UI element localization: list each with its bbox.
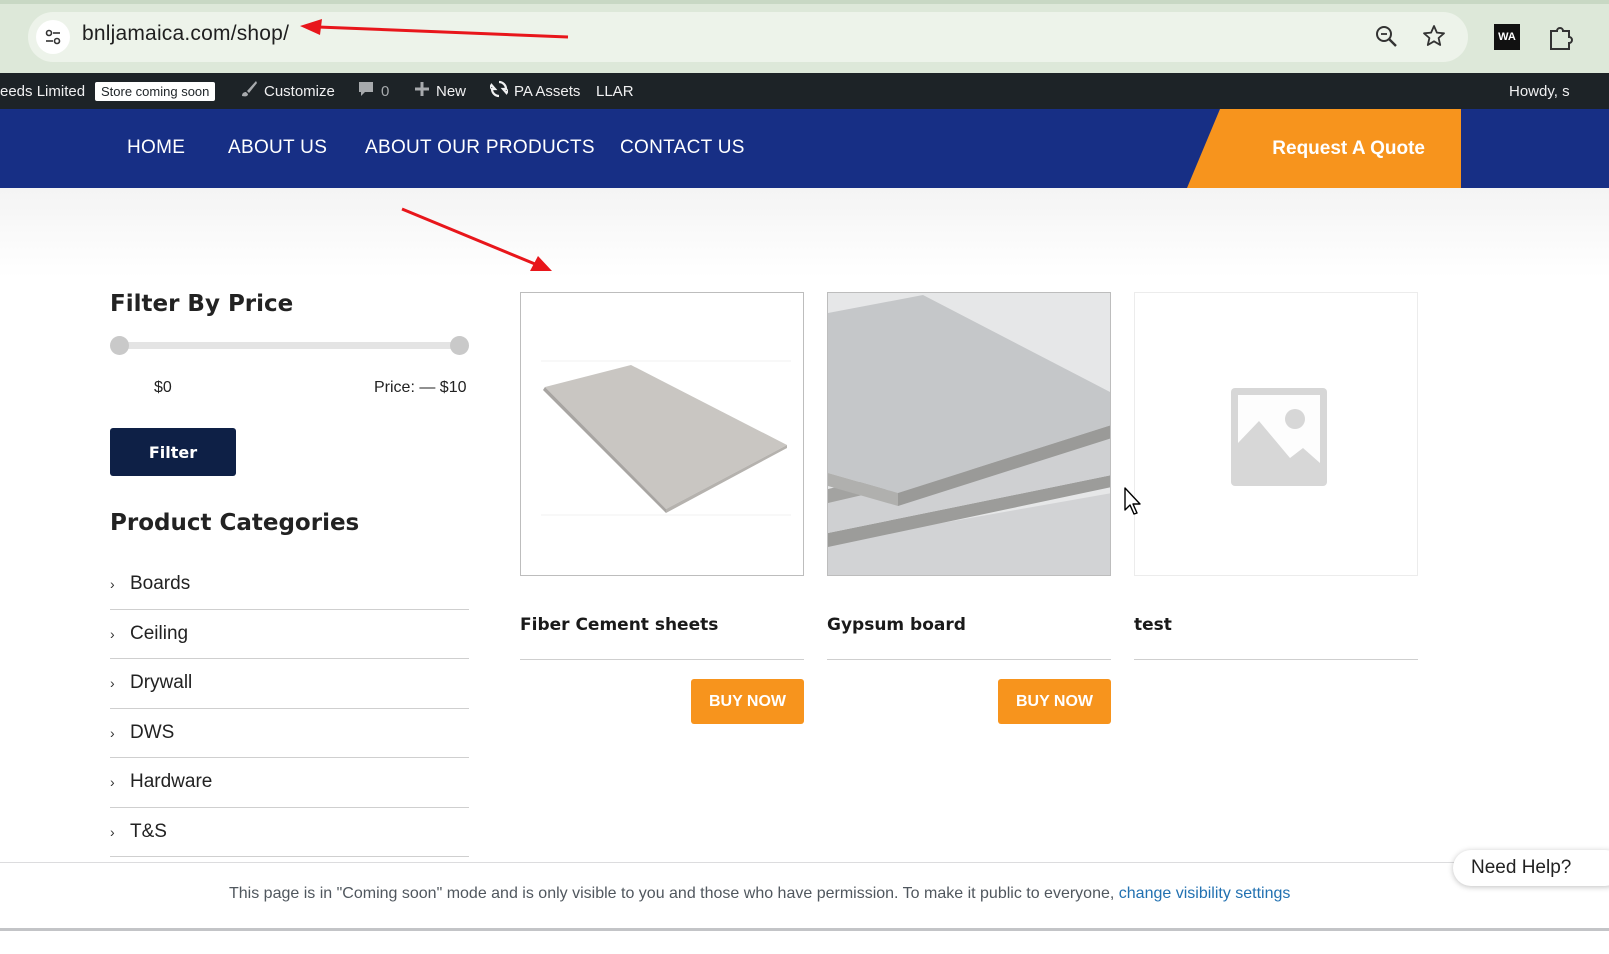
nav-about-us[interactable]: ABOUT US: [228, 137, 327, 159]
divider: [520, 659, 804, 660]
buy-now-button[interactable]: BUY NOW: [998, 679, 1111, 724]
change-visibility-link[interactable]: change visibility settings: [1119, 885, 1291, 902]
chevron-right-icon: ›: [110, 823, 115, 840]
category-label: Boards: [130, 573, 191, 595]
product-categories-title: Product Categories: [110, 510, 360, 536]
admin-comments[interactable]: 0: [357, 73, 389, 109]
chevron-right-icon: ›: [110, 625, 115, 642]
category-item-boards[interactable]: › Boards: [110, 560, 469, 610]
chevron-right-icon: ›: [110, 576, 115, 593]
category-item-ceiling[interactable]: › Ceiling: [110, 610, 469, 659]
admin-howdy-label: Howdy, s: [1509, 82, 1570, 100]
admin-account[interactable]: Howdy, s: [1509, 73, 1570, 109]
product-title[interactable]: Fiber Cement sheets: [520, 615, 718, 635]
admin-customize[interactable]: Customize: [240, 73, 335, 109]
nav-contact-us[interactable]: CONTACT US: [620, 137, 745, 159]
product-title[interactable]: test: [1134, 615, 1172, 635]
admin-pa-assets-label: PA Assets: [514, 82, 581, 100]
category-item-drywall[interactable]: › Drywall: [110, 659, 469, 709]
admin-site-name[interactable]: eeds Limited: [0, 73, 85, 109]
divider: [1134, 659, 1418, 660]
category-label: DWS: [130, 721, 175, 743]
category-item-hardware[interactable]: › Hardware: [110, 758, 469, 808]
filter-by-price-title: Filter By Price: [110, 291, 294, 317]
request-quote-button[interactable]: Request A Quote: [1187, 109, 1461, 188]
sync-icon: [488, 80, 510, 103]
price-max-label: Price: — $10: [374, 379, 467, 396]
admin-llar[interactable]: LLAR: [596, 73, 634, 109]
category-item-dws[interactable]: › DWS: [110, 709, 469, 758]
store-status-badge[interactable]: Store coming soon: [95, 73, 216, 109]
comments-count: 0: [381, 82, 390, 100]
main-navigation: HOME ABOUT US ABOUT OUR PRODUCTS CONTACT…: [0, 109, 1609, 188]
extensions-icon[interactable]: [1546, 22, 1576, 52]
tab-strip: [0, 0, 1609, 4]
comment-bubble-icon: [357, 80, 375, 103]
mouse-cursor-icon: [1124, 487, 1141, 515]
site-info-icon[interactable]: [36, 20, 70, 54]
price-slider-max-handle[interactable]: [450, 336, 469, 355]
category-label: Hardware: [130, 771, 213, 793]
product-image-gypsum-board[interactable]: [827, 292, 1111, 576]
price-min-label: $0: [154, 379, 172, 396]
product-image-fiber-cement[interactable]: [520, 292, 804, 576]
category-label: Drywall: [130, 672, 193, 694]
buy-now-button[interactable]: BUY NOW: [691, 679, 804, 724]
category-item-ts[interactable]: › T&S: [110, 808, 469, 857]
category-list: › Boards › Ceiling › Drywall › DWS › Har…: [110, 560, 469, 857]
wa-extension-icon[interactable]: WA: [1494, 24, 1520, 50]
divider: [827, 659, 1111, 660]
admin-new-label: New: [436, 82, 467, 100]
category-label: Ceiling: [130, 622, 189, 644]
divider: [0, 928, 1609, 931]
notice-text: This page is in "Coming soon" mode and i…: [229, 885, 1119, 902]
product-card: test: [1134, 292, 1418, 660]
wp-admin-bar: eeds Limited Store coming soon Customize…: [0, 73, 1609, 109]
coming-soon-message: This page is in "Coming soon" mode and i…: [229, 885, 1290, 903]
admin-customize-label: Customize: [264, 82, 335, 100]
zoom-icon[interactable]: [1373, 23, 1399, 49]
category-label: T&S: [130, 820, 167, 842]
page-header-band: [0, 188, 1609, 278]
store-status-badge-label: Store coming soon: [95, 81, 216, 101]
admin-llar-label: LLAR: [596, 82, 634, 100]
bookmark-star-icon[interactable]: [1421, 23, 1447, 49]
plus-icon: [414, 81, 430, 102]
price-slider-min-handle[interactable]: [110, 336, 129, 355]
product-card: Fiber Cement sheets BUY NOW: [520, 292, 804, 724]
chevron-right-icon: ›: [110, 724, 115, 741]
nav-home[interactable]: HOME: [127, 137, 185, 159]
nav-about-products[interactable]: ABOUT OUR PRODUCTS: [365, 137, 595, 159]
admin-new[interactable]: New: [414, 73, 466, 109]
chevron-right-icon: ›: [110, 774, 115, 791]
chevron-right-icon: ›: [110, 675, 115, 692]
filter-button[interactable]: Filter: [110, 428, 236, 476]
admin-site-name-label: eeds Limited: [0, 82, 86, 100]
url-text[interactable]: bnljamaica.com/shop/: [82, 22, 289, 46]
admin-pa-assets[interactable]: PA Assets: [488, 73, 581, 109]
product-card: Gypsum board BUY NOW: [827, 292, 1111, 724]
browser-toolbar: bnljamaica.com/shop/ WA: [0, 0, 1609, 73]
need-help-button[interactable]: Need Help?: [1453, 850, 1609, 886]
price-slider-track[interactable]: [119, 342, 459, 349]
placeholder-image-icon[interactable]: [1134, 292, 1418, 576]
product-title[interactable]: Gypsum board: [827, 615, 966, 635]
paintbrush-icon: [240, 80, 258, 103]
